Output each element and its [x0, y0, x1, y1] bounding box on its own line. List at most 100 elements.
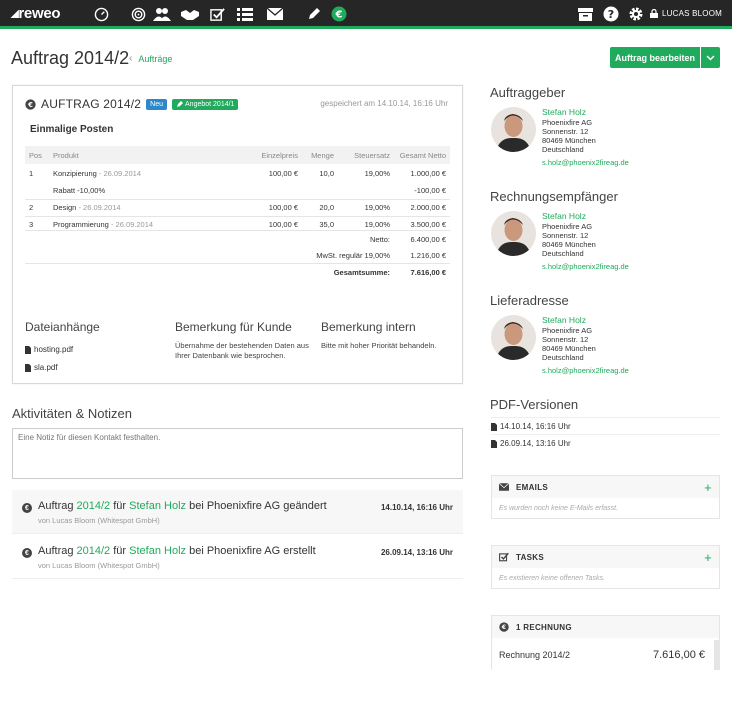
invoice-row[interactable]: Rechnung 2014/2 7.616,00 €: [492, 640, 712, 670]
vat-value: 1.216,00 €: [410, 251, 446, 260]
cell-product: Konzipierung - 26.09.2014: [53, 168, 141, 178]
chevron-left-icon: ‹: [129, 53, 133, 64]
attachment-link[interactable]: sla.pdf: [25, 363, 58, 372]
add-task-button[interactable]: +: [704, 550, 712, 565]
euro-icon: €: [22, 548, 32, 558]
pen-icon[interactable]: [305, 6, 323, 22]
svg-text:?: ?: [608, 8, 614, 21]
attachment-link[interactable]: hosting.pdf: [25, 345, 73, 354]
dashboard-icon[interactable]: [92, 6, 110, 22]
euro-icon[interactable]: €: [330, 6, 348, 22]
internal-note: Bitte mit hoher Priorität behandeln.: [321, 341, 437, 350]
activity-date: 14.10.14, 16:16 Uhr: [380, 503, 453, 512]
contact-name-link[interactable]: Stefan Holz: [542, 211, 629, 222]
reweo-logo[interactable]: ◢reweo: [11, 5, 61, 22]
avatar[interactable]: [491, 107, 536, 152]
edit-dropdown-button[interactable]: [701, 47, 720, 68]
pdf-versions-heading: PDF-Versionen: [490, 397, 579, 412]
page-title: Auftrag 2014/2: [11, 48, 130, 68]
order-link[interactable]: 2014/2: [77, 545, 111, 557]
scrollbar[interactable]: [714, 640, 719, 670]
cell-pos: 1: [29, 168, 34, 178]
mail-icon[interactable]: [266, 6, 284, 22]
archive-icon[interactable]: [576, 6, 594, 22]
email-link[interactable]: s.holz@phoenix2fireag.de: [542, 158, 629, 167]
target-icon[interactable]: [129, 6, 147, 22]
mail-icon: [499, 483, 509, 491]
checkbox-icon[interactable]: [208, 6, 226, 22]
breadcrumb[interactable]: ‹ Aufträge: [129, 53, 172, 64]
avatar[interactable]: [491, 315, 536, 360]
column-header: Gesamt Netto: [394, 146, 450, 164]
table-row: 2 Design - 26.09.2014 100,00 € 20,0 19,0…: [25, 198, 450, 216]
handshake-icon[interactable]: [180, 6, 200, 22]
contact-name-link[interactable]: Stefan Holz: [542, 315, 629, 326]
netto-value: 6.400,00 €: [410, 235, 446, 244]
file-icon: [25, 363, 31, 372]
activity-item: € Auftrag 2014/2 für Stefan Holz bei Pho…: [12, 490, 463, 534]
attachments-heading: Dateianhänge: [25, 320, 100, 334]
tasks-panel-header: TASKS +: [492, 546, 719, 568]
file-icon: [491, 422, 497, 431]
saved-timestamp: gespeichert am 14.10.14, 16:16 Uhr: [320, 99, 448, 108]
breadcrumb-link-orders[interactable]: Aufträge: [138, 54, 172, 64]
activity-date: 26.09.14, 13:16 Uhr: [380, 548, 453, 557]
note-input[interactable]: [12, 428, 463, 479]
pdf-version-link[interactable]: 14.10.14, 16:16 Uhr: [491, 422, 571, 431]
top-navigation-bar: ◢reweo € ? LUCAS BLOOM: [0, 0, 732, 29]
gear-icon[interactable]: [627, 6, 645, 22]
cell-qty: 10,0: [319, 168, 334, 178]
person-link[interactable]: Stefan Holz: [129, 500, 186, 512]
invoice-amount: 7.616,00 €: [653, 649, 705, 661]
activity-text: Auftrag 2014/2 für Stefan Holz bei Phoen…: [38, 545, 316, 557]
user-menu[interactable]: LUCAS BLOOM: [650, 9, 722, 18]
list-icon[interactable]: [236, 6, 254, 22]
status-badge-new: Neu: [146, 98, 168, 110]
tasks-empty-text: Es existieren keine offenen Tasks.: [499, 574, 605, 582]
column-header: Produkt: [49, 146, 246, 164]
netto-row: Netto: 6.400,00 €: [25, 231, 450, 247]
invoices-panel-header: € 1 RECHNUNG: [492, 616, 719, 638]
add-email-button[interactable]: +: [704, 480, 712, 495]
svg-text:€: €: [335, 10, 343, 21]
cell-discount-total: -100,00 €: [414, 185, 446, 195]
euro-icon: €: [25, 98, 36, 110]
section-title: Einmalige Posten: [30, 124, 114, 135]
help-icon[interactable]: ?: [602, 6, 620, 22]
pdf-version-link[interactable]: 26.09.14, 13:16 Uhr: [491, 439, 571, 448]
svg-text:€: €: [501, 624, 507, 631]
order-card: € AUFTRAG 2014/2 Neu Angebot 2014/1 gesp…: [12, 85, 463, 384]
sum-label: Gesamtsumme:: [333, 268, 390, 277]
table-row-discount: Rabatt -10,00% -100,00 €: [25, 182, 450, 199]
billing-heading: Rechnungsempfänger: [490, 189, 618, 204]
internal-note-heading: Bemerkung intern: [321, 320, 416, 334]
tasks-panel: TASKS + Es existieren keine offenen Task…: [491, 545, 720, 589]
column-header: Pos: [25, 146, 49, 164]
email-link[interactable]: s.holz@phoenix2fireag.de: [542, 366, 629, 375]
email-link[interactable]: s.holz@phoenix2fireag.de: [542, 262, 629, 271]
person-link[interactable]: Stefan Holz: [129, 545, 186, 557]
sum-value: 7.616,00 €: [410, 268, 446, 277]
customer-note: Übernahme der bestehenden Daten aus Ihre…: [175, 341, 309, 360]
activity-text: Auftrag 2014/2 für Stefan Holz bei Phoen…: [38, 500, 327, 512]
order-link[interactable]: 2014/2: [77, 500, 111, 512]
activity-author: von Lucas Bloom (Whitespot GmbH): [38, 561, 160, 570]
cell-price: 100,00 €: [268, 168, 298, 178]
cell-price: 100,00 €: [246, 198, 302, 216]
lock-icon: [650, 9, 658, 18]
contacts-icon[interactable]: [152, 6, 172, 22]
cell-qty: 20,0: [302, 198, 338, 216]
emails-empty-text: Es wurden noch keine E-Mails erfasst.: [499, 504, 619, 512]
link-icon: [177, 100, 184, 107]
cell-total: 1.000,00 €: [410, 168, 446, 178]
contact-name-link[interactable]: Stefan Holz: [542, 107, 629, 118]
offer-badge[interactable]: Angebot 2014/1: [172, 98, 239, 110]
netto-label: Netto:: [369, 235, 390, 244]
order-header: € AUFTRAG 2014/2 Neu Angebot 2014/1: [25, 97, 239, 111]
billing-contact: Stefan Holz Phoenixfire AG Sonnenstr. 12…: [542, 211, 629, 271]
column-header: Menge: [302, 146, 338, 164]
euro-icon: €: [499, 622, 509, 632]
chevron-down-icon: [706, 54, 715, 61]
edit-order-button[interactable]: Auftrag bearbeiten: [610, 47, 700, 68]
avatar[interactable]: [491, 211, 536, 256]
